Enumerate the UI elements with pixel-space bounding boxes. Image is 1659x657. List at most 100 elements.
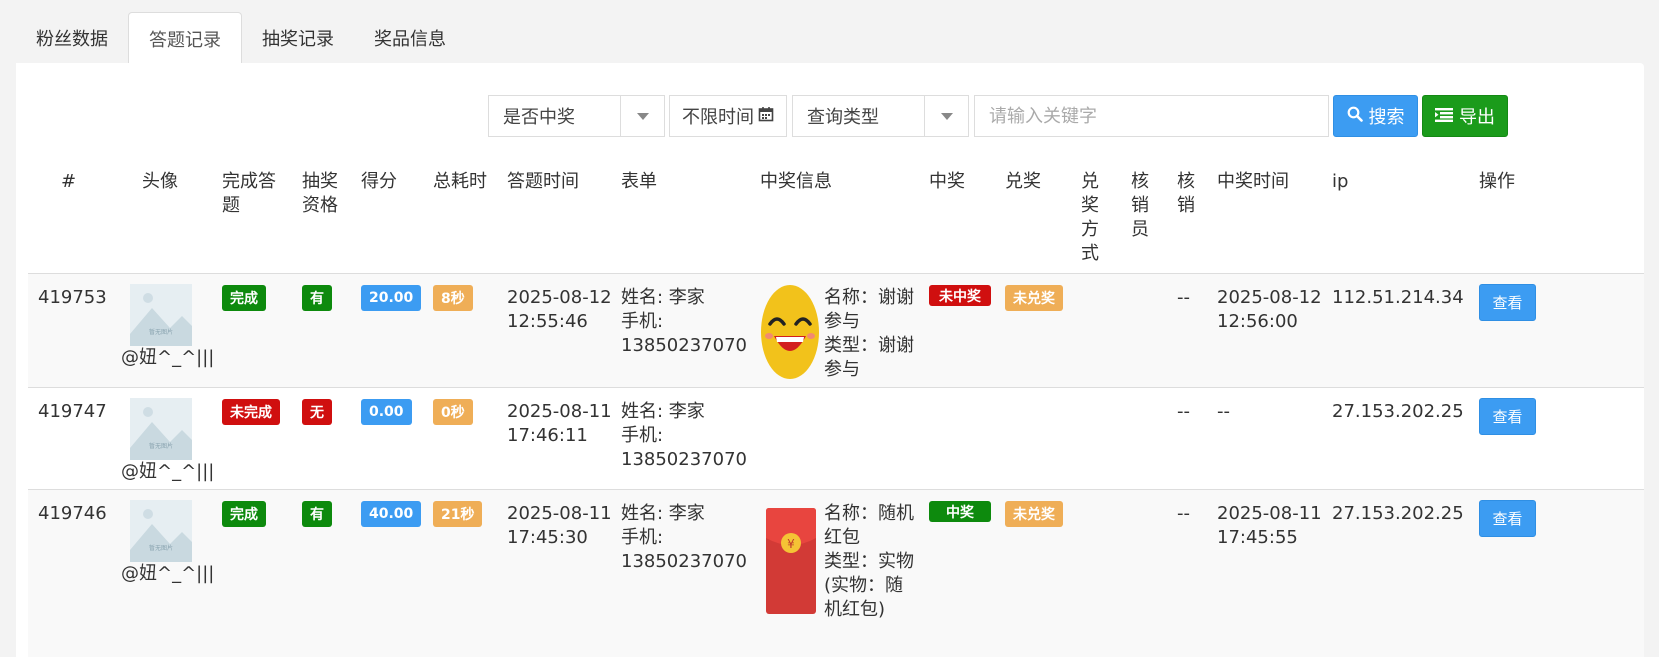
keyword-search-input[interactable] bbox=[974, 95, 1329, 137]
avatar-caption: 暂无图片 bbox=[149, 328, 173, 336]
col-header-redeem: 兑奖 bbox=[1005, 171, 1041, 192]
view-button[interactable]: 查看 bbox=[1479, 500, 1536, 537]
status-badge-eligible: 无 bbox=[302, 399, 332, 425]
answer-date: 2025-08-11 bbox=[507, 401, 612, 422]
answer-clock: 12:55:46 bbox=[507, 311, 588, 332]
form-phone-label: 手机: bbox=[621, 527, 664, 548]
col-header-verify: 核销 bbox=[1177, 171, 1195, 216]
answer-date: 2025-08-12 bbox=[507, 287, 612, 308]
time-filter-button[interactable]: 不限时间 bbox=[669, 95, 787, 137]
form-phone: 13850237070 bbox=[621, 449, 747, 470]
avatar-caption: 暂无图片 bbox=[149, 442, 173, 450]
col-header-avatar: 头像 bbox=[142, 171, 178, 192]
win-time: -- bbox=[1217, 401, 1230, 422]
ip-address: 27.153.202.25 bbox=[1332, 401, 1464, 422]
col-header-duration: 总耗时 bbox=[433, 171, 487, 192]
col-header-eligible: 抽奖资格 bbox=[302, 171, 338, 216]
col-header-redeem-method: 兑奖方式 bbox=[1081, 171, 1099, 264]
col-header-prize-info: 中奖信息 bbox=[760, 171, 832, 192]
prize-line: 机红包) bbox=[824, 599, 886, 620]
answer-clock: 17:45:30 bbox=[507, 527, 588, 548]
tab-fans-data[interactable]: 粉丝数据 bbox=[16, 12, 128, 64]
tab-answer-records[interactable]: 答题记录 bbox=[128, 12, 242, 64]
form-phone: 13850237070 bbox=[621, 551, 747, 572]
col-header-ip: ip bbox=[1332, 171, 1349, 192]
prize-filter-value: 是否中奖 bbox=[503, 107, 575, 128]
nickname: @妞^_^||| bbox=[121, 347, 215, 368]
status-badge-eligible: 有 bbox=[302, 501, 332, 527]
answer-date: 2025-08-11 bbox=[507, 503, 612, 524]
form-name: 姓名: 李家 bbox=[621, 401, 705, 422]
record-id: 419746 bbox=[38, 503, 107, 524]
chevron-down-icon bbox=[620, 96, 664, 136]
prize-line: 红包 bbox=[824, 527, 860, 548]
col-header-id: # bbox=[61, 171, 77, 192]
ip-address: 112.51.214.34 bbox=[1332, 287, 1464, 308]
prize-line: 参与 bbox=[824, 359, 860, 380]
records-panel: 是否中奖 不限时间 查询类型 搜索 导出 # 头像 完成答题 抽奖资格 得分 总… bbox=[16, 63, 1644, 657]
query-type-value: 查询类型 bbox=[807, 107, 879, 128]
win-date: 2025-08-11 bbox=[1217, 503, 1322, 524]
calendar-icon bbox=[758, 106, 774, 127]
redeem-badge: 未兑奖 bbox=[1005, 285, 1063, 311]
search-button-label: 搜索 bbox=[1368, 107, 1405, 128]
avatar: 暂无图片 bbox=[130, 500, 192, 562]
query-type-select[interactable]: 查询类型 bbox=[792, 95, 969, 137]
status-badge-eligible: 有 bbox=[302, 285, 332, 311]
export-button-label: 导出 bbox=[1459, 107, 1495, 128]
form-name: 姓名: 李家 bbox=[621, 503, 705, 524]
prize-filter-select[interactable]: 是否中奖 bbox=[488, 95, 665, 137]
search-button[interactable]: 搜索 bbox=[1333, 95, 1418, 137]
avatar-caption: 暂无图片 bbox=[149, 544, 173, 552]
form-phone: 13850237070 bbox=[621, 335, 747, 356]
tab-lottery-records[interactable]: 抽奖记录 bbox=[242, 12, 354, 64]
table-row: 419753 暂无图片 @妞^_^||| 完成 有 20.00 8秒 2025-… bbox=[28, 273, 1644, 387]
time-filter-label: 不限时间 bbox=[682, 107, 754, 128]
tab-bar: 粉丝数据 答题记录 抽奖记录 奖品信息 bbox=[16, 12, 466, 64]
view-button[interactable]: 查看 bbox=[1479, 398, 1536, 435]
search-icon bbox=[1347, 106, 1363, 127]
smiley-prize-image bbox=[760, 284, 820, 385]
col-header-win-time: 中奖时间 bbox=[1217, 171, 1289, 192]
prize-line: (实物：随 bbox=[824, 575, 904, 596]
form-phone-label: 手机: bbox=[621, 425, 664, 446]
red-envelope-prize-image: ¥ bbox=[766, 508, 816, 619]
nickname: @妞^_^||| bbox=[121, 563, 215, 584]
export-button[interactable]: 导出 bbox=[1422, 95, 1508, 137]
chevron-down-icon bbox=[924, 96, 968, 136]
prize-line: 类型：实物 bbox=[824, 551, 914, 572]
col-header-actions: 操作 bbox=[1479, 171, 1515, 192]
win-clock: 12:56:00 bbox=[1217, 311, 1298, 332]
list-icon bbox=[1435, 106, 1453, 127]
status-badge-complete: 完成 bbox=[222, 285, 266, 311]
verify-value: -- bbox=[1177, 503, 1190, 524]
score-badge: 20.00 bbox=[361, 285, 422, 311]
prize-line: 类型：谢谢 bbox=[824, 335, 914, 356]
avatar: 暂无图片 bbox=[130, 284, 192, 346]
avatar: 暂无图片 bbox=[130, 398, 192, 460]
prize-line: 名称：随机 bbox=[824, 503, 914, 524]
ip-address: 27.153.202.25 bbox=[1332, 503, 1464, 524]
duration-badge: 8秒 bbox=[433, 285, 473, 311]
prize-line: 名称：谢谢 bbox=[824, 287, 914, 308]
col-header-verifier: 核销员 bbox=[1131, 171, 1149, 240]
col-header-answer-time: 答题时间 bbox=[507, 171, 579, 192]
record-id: 419747 bbox=[38, 401, 107, 422]
win-date: 2025-08-12 bbox=[1217, 287, 1322, 308]
won-badge: 未中奖 bbox=[929, 285, 991, 306]
score-badge: 40.00 bbox=[361, 501, 422, 527]
form-name: 姓名: 李家 bbox=[621, 287, 705, 308]
col-header-score: 得分 bbox=[361, 171, 397, 192]
status-badge-complete: 未完成 bbox=[222, 399, 280, 425]
nickname: @妞^_^||| bbox=[121, 461, 215, 482]
col-header-form: 表单 bbox=[621, 171, 657, 192]
table-row: 419747 暂无图片 @妞^_^||| 未完成 无 0.00 0秒 2025-… bbox=[28, 387, 1644, 489]
view-button[interactable]: 查看 bbox=[1479, 284, 1536, 321]
duration-badge: 0秒 bbox=[433, 399, 473, 425]
col-header-complete: 完成答题 bbox=[222, 171, 276, 216]
tab-prize-info[interactable]: 奖品信息 bbox=[354, 12, 466, 64]
prize-line: 参与 bbox=[824, 311, 860, 332]
verify-value: -- bbox=[1177, 401, 1190, 422]
table-row: 419746 暂无图片 @妞^_^||| 完成 有 40.00 21秒 2025… bbox=[28, 489, 1644, 657]
status-badge-complete: 完成 bbox=[222, 501, 266, 527]
